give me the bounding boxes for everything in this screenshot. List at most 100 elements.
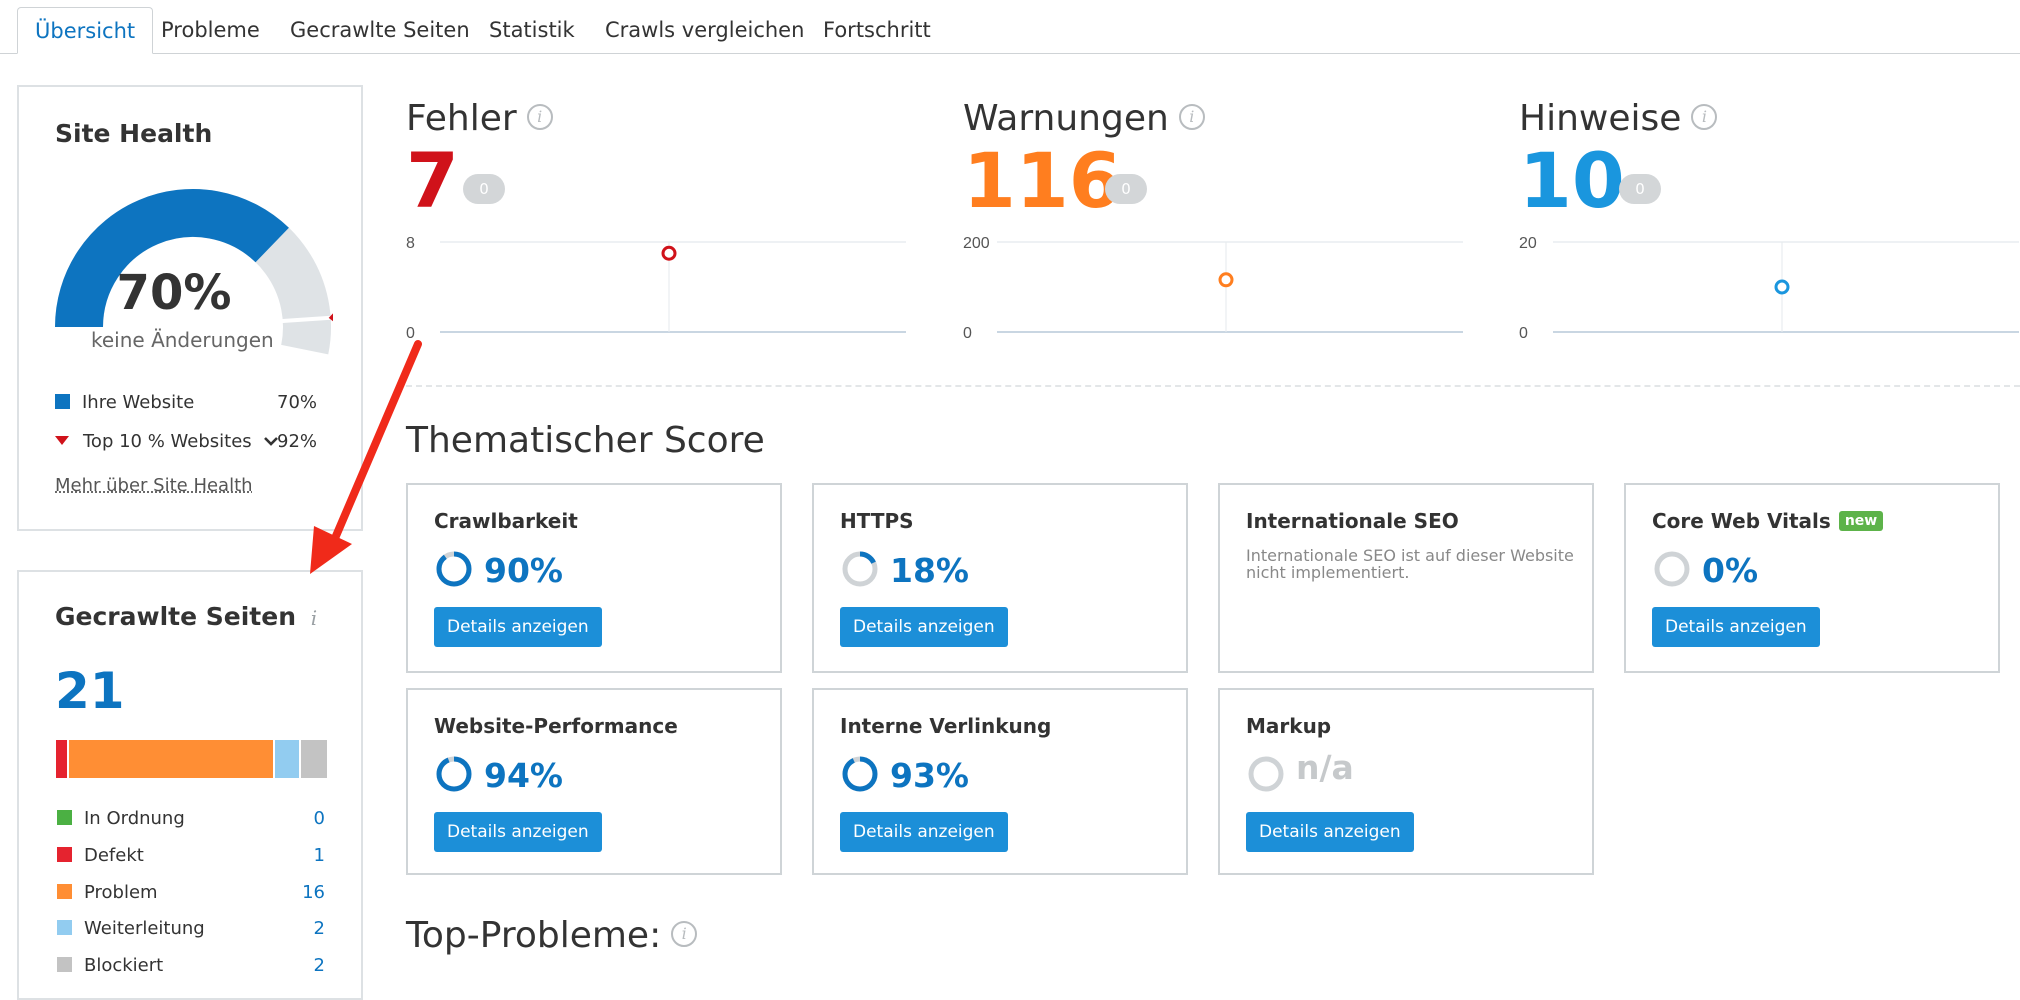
status-problem-value[interactable]: 16 — [302, 882, 325, 903]
data-point[interactable] — [661, 245, 677, 261]
status-ok[interactable]: In Ordnung — [57, 808, 185, 829]
card-website-performance-value: 94% — [484, 756, 563, 795]
site-health-value: 70% — [116, 265, 232, 321]
info-icon[interactable]: i — [1178, 104, 1205, 130]
site-health-change: keine Änderungen — [91, 328, 274, 352]
top-problems-title: Top-Probleme: i — [406, 915, 698, 956]
card-core-web-vitals-title-text: Core Web Vitals — [1652, 509, 1831, 533]
site-health-title: Site Health — [55, 119, 213, 148]
warnings-value[interactable]: 116 — [963, 136, 1122, 225]
website-performance-ring-icon — [436, 756, 472, 792]
orange-square-icon — [57, 884, 72, 899]
status-broken[interactable]: Defekt — [57, 845, 144, 866]
card-core-web-vitals-title: Core Web Vitals new — [1652, 509, 1884, 533]
legend-your-site: Ihre Website — [55, 392, 194, 413]
card-markup: Markup n/a Details anzeigen — [1218, 688, 1594, 875]
red-square-icon — [57, 847, 72, 862]
tab-compare-crawls[interactable]: Crawls vergleichen — [605, 14, 804, 54]
card-https: HTTPS 18% Details anzeigen — [812, 483, 1188, 673]
errors-value[interactable]: 7 — [406, 136, 459, 225]
card-markup-value: n/a — [1296, 748, 1354, 787]
notices-change-badge: 0 — [1619, 174, 1661, 204]
card-internal-linking-value: 93% — [890, 756, 969, 795]
notices-trend-chart: 20 0 — [1519, 235, 2019, 342]
bar-segment-2 — [68, 740, 276, 778]
red-triangle-icon — [55, 436, 69, 445]
status-problem[interactable]: Problem — [57, 882, 158, 903]
data-point[interactable] — [1774, 279, 1790, 295]
crawled-pages-panel: Gecrawlte Seiten i 21 In Ordnung 0 Defek… — [17, 570, 363, 1000]
tab-overview[interactable]: Übersicht — [17, 7, 154, 54]
crawl-status-bar — [56, 740, 327, 778]
internal-linking-details-button[interactable]: Details anzeigen — [840, 812, 1008, 852]
legend-top-sites[interactable]: Top 10 % Websites — [55, 431, 279, 452]
metric-errors: Fehler i 7 0 80 — [406, 98, 926, 358]
errors-title: Fehler i — [406, 98, 553, 139]
section-divider — [406, 385, 2020, 387]
metric-warnings: Warnungen i 116 0 200 0 — [963, 98, 1483, 358]
status-broken-label: Defekt — [84, 845, 144, 866]
core-web-vitals-details-button[interactable]: Details anzeigen — [1652, 607, 1820, 647]
new-badge: new — [1838, 510, 1884, 531]
card-internal-linking-title: Interne Verlinkung — [840, 714, 1052, 738]
warnings-title-text: Warnungen — [963, 98, 1169, 139]
y-axis-top-label: 200 — [963, 235, 990, 252]
https-details-button[interactable]: Details anzeigen — [840, 607, 1008, 647]
tab-crawled-pages[interactable]: Gecrawlte Seiten — [290, 14, 470, 54]
gray-square-icon — [57, 957, 72, 972]
card-https-value: 18% — [890, 551, 969, 590]
crawled-pages-title: Gecrawlte Seiten i — [55, 602, 317, 631]
y-axis-bottom-label: 0 — [963, 325, 972, 342]
card-internal-linking: Interne Verlinkung 93% Details anzeigen — [812, 688, 1188, 875]
info-icon[interactable]: i — [311, 606, 317, 630]
notices-value[interactable]: 10 — [1519, 136, 1625, 225]
crawlability-details-button[interactable]: Details anzeigen — [434, 607, 602, 647]
errors-change-badge: 0 — [463, 174, 505, 204]
more-about-site-health-link[interactable]: Mehr über Site Health — [55, 475, 253, 496]
y-axis-bottom-label: 0 — [1519, 325, 1528, 342]
status-ok-value[interactable]: 0 — [314, 808, 325, 829]
info-icon[interactable]: i — [671, 921, 698, 947]
status-ok-label: In Ordnung — [84, 808, 185, 829]
markup-details-button[interactable]: Details anzeigen — [1246, 812, 1414, 852]
blue-square-icon — [55, 394, 70, 409]
legend-your-site-label: Ihre Website — [82, 392, 195, 413]
tab-issues[interactable]: Probleme — [161, 14, 260, 54]
y-axis-top-label: 20 — [1519, 235, 1537, 252]
status-blocked-value[interactable]: 2 — [314, 955, 325, 976]
status-blocked[interactable]: Blockiert — [57, 955, 163, 976]
top-problems-title-text: Top-Probleme: — [406, 915, 662, 956]
lightblue-square-icon — [57, 920, 72, 935]
crawled-pages-count: 21 — [55, 662, 125, 720]
bar-segment-4 — [301, 740, 327, 778]
warnings-change-badge: 0 — [1105, 174, 1147, 204]
notices-title-text: Hinweise — [1519, 98, 1682, 139]
status-redirect[interactable]: Weiterleitung — [57, 918, 205, 939]
card-international-seo-note: Internationale SEO ist auf dieser Websit… — [1246, 546, 1574, 582]
card-website-performance-title: Website-Performance — [434, 714, 678, 738]
info-icon[interactable]: i — [526, 104, 553, 130]
info-icon[interactable]: i — [1691, 104, 1718, 130]
status-problem-label: Problem — [84, 882, 158, 903]
notices-title: Hinweise i — [1519, 98, 1718, 139]
crawled-pages-title-text: Gecrawlte Seiten — [55, 602, 297, 631]
website-performance-details-button[interactable]: Details anzeigen — [434, 812, 602, 852]
https-ring-icon — [842, 551, 878, 587]
status-redirect-value[interactable]: 2 — [314, 918, 325, 939]
crawlability-ring-icon — [436, 551, 472, 587]
data-point[interactable] — [1218, 272, 1234, 288]
markup-ring-icon — [1248, 756, 1284, 792]
warnings-trend-chart: 2000 — [963, 235, 1463, 342]
bar-segment-3 — [275, 740, 302, 778]
warnings-title: Warnungen i — [963, 98, 1205, 139]
card-international-seo-title: Internationale SEO — [1246, 509, 1459, 533]
card-crawlability-title: Crawlbarkeit — [434, 509, 578, 533]
status-redirect-label: Weiterleitung — [84, 918, 205, 939]
metric-notices: Hinweise i 10 0 20 0 — [1519, 98, 2020, 358]
status-broken-value[interactable]: 1 — [314, 845, 325, 866]
green-square-icon — [57, 810, 72, 825]
tab-progress[interactable]: Fortschritt — [823, 14, 931, 54]
card-core-web-vitals: Core Web Vitals new 0% Details anzeigen — [1624, 483, 2000, 673]
card-international-seo: Internationale SEO Internationale SEO is… — [1218, 483, 1594, 673]
tab-statistics[interactable]: Statistik — [489, 14, 575, 54]
